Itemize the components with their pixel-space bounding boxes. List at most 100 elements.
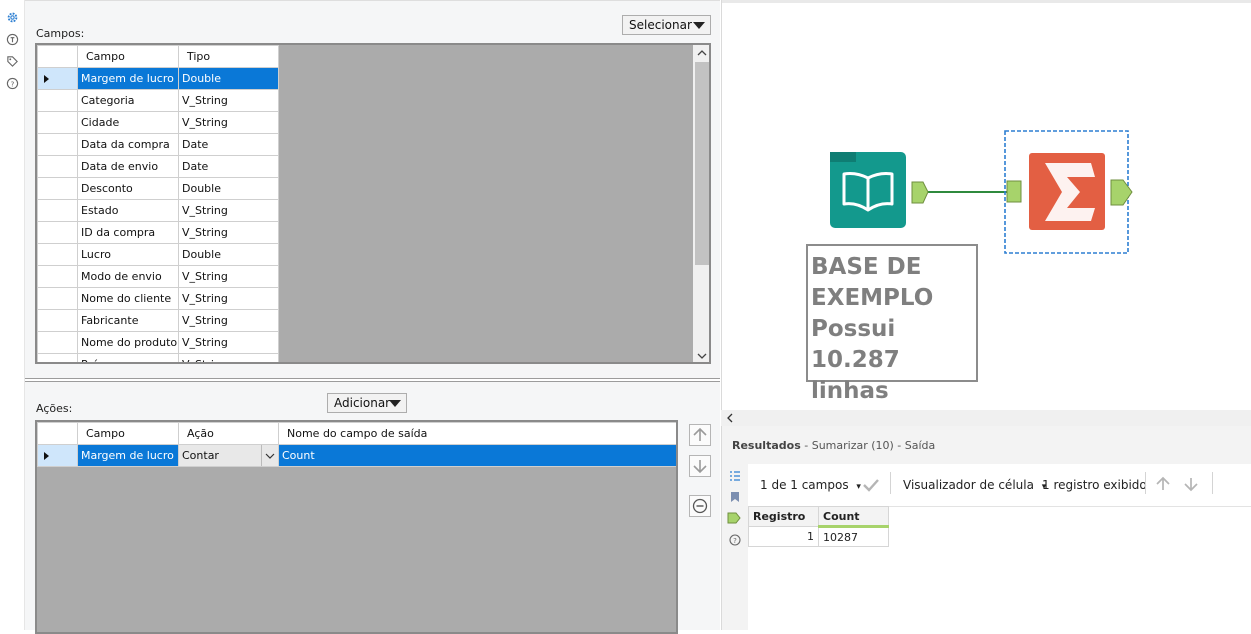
list-icon[interactable] (729, 470, 741, 482)
summarize-tool[interactable] (1029, 153, 1105, 230)
field-type-cell[interactable]: V_String (178, 309, 279, 332)
field-name-cell[interactable]: Desconto (77, 177, 179, 200)
table-row[interactable]: Modo de envio V_String (37, 265, 279, 288)
field-name-cell[interactable]: Nome do produto (77, 331, 179, 354)
fields-vertical-scrollbar[interactable] (693, 45, 709, 362)
row-selector[interactable] (37, 243, 78, 266)
move-down-button[interactable] (689, 455, 711, 477)
table-row[interactable]: Nome do cliente V_String (37, 287, 279, 310)
row-selector[interactable] (37, 133, 78, 156)
results-cell-registro[interactable]: 1 (748, 526, 819, 547)
column-header-campo[interactable]: Campo (77, 422, 179, 445)
field-name-cell[interactable]: Cidade (77, 111, 179, 134)
scroll-left-icon[interactable] (726, 413, 734, 423)
table-row[interactable]: Lucro Double (37, 243, 279, 266)
table-row[interactable]: Margem de lucro Double (37, 67, 279, 90)
arrow-down-icon[interactable] (1183, 476, 1199, 492)
help-icon[interactable]: ? (6, 77, 19, 90)
add-dropdown-button[interactable]: Adicionar (327, 393, 407, 413)
action-field-cell[interactable]: Margem de lucro (77, 444, 179, 467)
output-name-cell[interactable]: Count (278, 444, 676, 467)
scrollbar-thumb[interactable] (695, 62, 709, 265)
row-selector[interactable] (37, 177, 78, 200)
table-row[interactable]: Cidade V_String (37, 111, 279, 134)
results-table[interactable]: Registro Count 1 10287 (748, 506, 889, 547)
fields-selector[interactable]: 1 de 1 campos ▾ (760, 478, 861, 492)
scroll-up-icon[interactable] (697, 49, 707, 57)
column-header-campo[interactable]: Campo (77, 45, 179, 68)
field-type-cell[interactable]: V_String (178, 199, 279, 222)
output-anchor-icon[interactable] (727, 511, 741, 525)
select-dropdown-button[interactable]: Selecionar (622, 15, 711, 35)
table-row[interactable]: Data de envio Date (37, 155, 279, 178)
move-up-button[interactable] (689, 424, 711, 446)
column-header-tipo[interactable]: Tipo (178, 45, 279, 68)
field-name-cell[interactable]: Lucro (77, 243, 179, 266)
row-selector[interactable] (37, 309, 78, 332)
field-type-cell[interactable]: V_String (178, 331, 279, 354)
field-type-cell[interactable]: V_String (178, 353, 279, 362)
cell-viewer-selector[interactable]: Visualizador de célula ▾ (903, 478, 1046, 492)
field-name-cell[interactable]: País (77, 353, 179, 362)
row-selector[interactable] (37, 444, 78, 467)
field-type-cell[interactable]: Date (178, 133, 279, 156)
table-row[interactable]: Desconto Double (37, 177, 279, 200)
input-data-tool[interactable] (830, 152, 906, 228)
tag-icon[interactable] (6, 55, 19, 68)
column-header-acao[interactable]: Ação (178, 422, 279, 445)
field-type-cell[interactable]: Double (178, 243, 279, 266)
table-row[interactable]: Categoria V_String (37, 89, 279, 112)
table-row[interactable]: Fabricante V_String (37, 309, 279, 332)
plug-icon[interactable] (6, 33, 19, 46)
field-type-cell[interactable]: Double (178, 177, 279, 200)
field-type-cell[interactable]: V_String (178, 111, 279, 134)
field-name-cell[interactable]: Fabricante (77, 309, 179, 332)
field-type-cell[interactable]: V_String (178, 221, 279, 244)
field-name-cell[interactable]: Nome do cliente (77, 287, 179, 310)
results-cell-count[interactable]: 10287 (818, 526, 889, 547)
row-selector[interactable] (37, 353, 78, 362)
row-selector[interactable] (37, 331, 78, 354)
workflow-canvas[interactable]: BASE DE EXEMPLO Possui 10.287 linhas (721, 0, 1251, 410)
bookmark-icon[interactable] (729, 491, 741, 503)
help-icon[interactable]: ? (729, 534, 741, 546)
row-selector[interactable] (37, 265, 78, 288)
table-row[interactable]: ID da compra V_String (37, 221, 279, 244)
field-type-cell[interactable]: V_String (178, 265, 279, 288)
actions-grid[interactable]: Campo Ação Nome do campo de saída Margem… (35, 420, 678, 634)
remove-action-button[interactable] (689, 495, 711, 517)
row-selector[interactable] (37, 221, 78, 244)
field-type-cell[interactable]: V_String (178, 287, 279, 310)
table-row[interactable]: Nome do produto V_String (37, 331, 279, 354)
row-selector[interactable] (37, 155, 78, 178)
results-column-count[interactable]: Count (818, 506, 889, 528)
field-name-cell[interactable]: Categoria (77, 89, 179, 112)
checkmark-icon[interactable] (862, 478, 880, 492)
fields-grid[interactable]: Campo Tipo Margem de lucro Double Categori… (35, 43, 711, 364)
scroll-down-icon[interactable] (697, 352, 707, 360)
column-header-nome-saida[interactable]: Nome do campo de saída (278, 422, 676, 445)
field-type-cell[interactable]: Double (178, 67, 279, 90)
row-selector[interactable] (37, 199, 78, 222)
table-row[interactable]: PaísV_String (37, 353, 279, 362)
table-row[interactable]: Margem de lucro Contar Count (37, 444, 676, 467)
comment-box[interactable]: BASE DE EXEMPLO Possui 10.287 linhas (806, 244, 978, 404)
table-row[interactable]: 1 10287 (748, 526, 889, 547)
field-name-cell[interactable]: Modo de envio (77, 265, 179, 288)
gear-icon[interactable] (6, 11, 19, 24)
arrow-up-icon[interactable] (1155, 476, 1171, 492)
row-selector[interactable] (37, 89, 78, 112)
row-selector[interactable] (37, 111, 78, 134)
field-name-cell[interactable]: Estado (77, 199, 179, 222)
field-type-cell[interactable]: Date (178, 155, 279, 178)
field-name-cell[interactable]: Data da compra (77, 133, 179, 156)
field-name-cell[interactable]: ID da compra (77, 221, 179, 244)
row-selector[interactable] (37, 67, 78, 90)
field-type-cell[interactable]: V_String (178, 89, 279, 112)
field-name-cell[interactable]: Margem de lucro (77, 67, 179, 90)
field-name-cell[interactable]: Data de envio (77, 155, 179, 178)
results-column-registro[interactable]: Registro (748, 506, 819, 527)
table-row[interactable]: Data da compra Date (37, 133, 279, 156)
action-select-toggle[interactable] (261, 445, 278, 466)
table-row[interactable]: Estado V_String (37, 199, 279, 222)
